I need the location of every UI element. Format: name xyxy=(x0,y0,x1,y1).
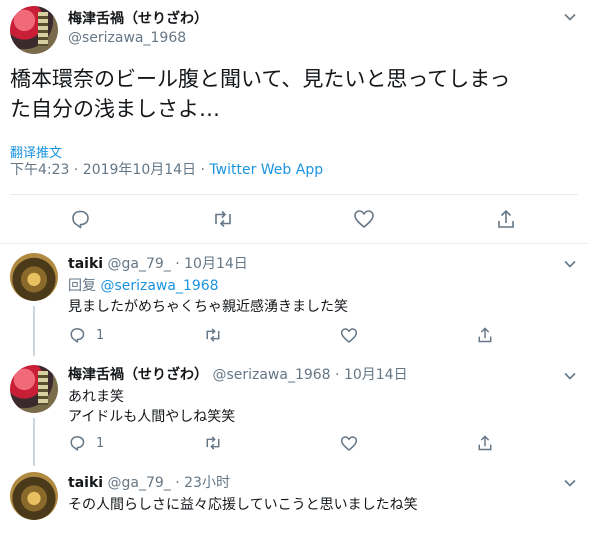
reply-header: taiki @ga_79_ · 10月14日 xyxy=(68,255,248,273)
retweet-icon[interactable] xyxy=(203,434,223,452)
reply-text: その人間らしさに益々応援していこうと思いましたね笑 xyxy=(68,495,418,515)
reply-icon xyxy=(68,326,86,344)
reply-time[interactable]: · 10月14日 xyxy=(335,367,408,383)
chevron-down-icon[interactable] xyxy=(563,476,577,490)
tweet-text: 橋本環奈のビール腹と聞いて、見たいと思ってしまっ た自分の浅ましさよ… xyxy=(10,64,585,124)
reply-time[interactable]: · 10月14日 xyxy=(175,256,248,272)
share-icon[interactable] xyxy=(495,208,517,230)
avatar[interactable] xyxy=(10,6,58,54)
avatar[interactable] xyxy=(10,365,58,413)
chevron-down-icon[interactable] xyxy=(563,10,577,24)
reply-header: 梅津舌禍（せりざわ） @serizawa_1968 · 10月14日 xyxy=(68,366,408,384)
translate-link[interactable]: 翻译推文 xyxy=(10,142,62,161)
reply-count: 1 xyxy=(96,327,105,343)
share-icon[interactable] xyxy=(476,434,494,452)
heart-icon[interactable] xyxy=(353,209,375,229)
reply-button[interactable]: 1 xyxy=(68,326,104,344)
retweet-icon[interactable] xyxy=(211,208,235,230)
reply-to-prefix: 回复 xyxy=(68,278,101,294)
handle[interactable]: @ga_79_ xyxy=(108,475,171,491)
thread-line xyxy=(33,306,35,356)
reply-text-line: 見ましたがめちゃくちゃ親近感湧きました笑 xyxy=(68,299,348,315)
reply-text: 見ましたがめちゃくちゃ親近感湧きました笑 xyxy=(68,298,348,317)
reply-to-handle[interactable]: @serizawa_1968 xyxy=(100,278,218,294)
share-icon[interactable] xyxy=(476,326,494,344)
reply-text-line: その人間らしさに益々応援していこうと思いましたね笑 xyxy=(68,497,418,513)
tweet-text-line: 橋本環奈のビール腹と聞いて、見たいと思ってしまっ xyxy=(10,67,511,91)
thread-line xyxy=(33,418,35,466)
handle[interactable]: @serizawa_1968 xyxy=(212,367,330,383)
timestamp[interactable]: 下午4:23 · 2019年10月14日 · xyxy=(10,162,209,178)
chevron-down-icon[interactable] xyxy=(563,257,577,271)
reply-time[interactable]: · 23小时 xyxy=(175,475,230,491)
retweet-icon[interactable] xyxy=(203,326,223,344)
tweet-timestamp: 下午4:23 · 2019年10月14日 · Twitter Web App xyxy=(10,161,323,179)
avatar[interactable] xyxy=(10,472,58,520)
divider xyxy=(0,243,589,244)
chevron-down-icon[interactable] xyxy=(563,369,577,383)
tweet-text-line: た自分の浅ましさよ… xyxy=(10,97,220,121)
reply-text: あれま笑 アイドルも人間やしね笑笑 xyxy=(68,387,235,427)
reply-to: 回复 @serizawa_1968 xyxy=(68,277,219,295)
reply-icon xyxy=(68,434,86,452)
reply-text-line: アイドルも人間やしね笑笑 xyxy=(68,409,236,425)
reply-icon[interactable] xyxy=(69,208,91,230)
divider xyxy=(10,194,578,195)
display-name[interactable]: taiki xyxy=(68,256,103,272)
display-name[interactable]: taiki xyxy=(68,475,103,491)
reply-header: taiki @ga_79_ · 23小时 xyxy=(68,474,230,492)
reply-count: 1 xyxy=(96,435,105,451)
heart-icon[interactable] xyxy=(340,435,358,452)
handle[interactable]: @ga_79_ xyxy=(108,256,171,272)
reply-button[interactable]: 1 xyxy=(68,434,104,452)
handle[interactable]: @serizawa_1968 xyxy=(68,29,186,47)
avatar[interactable] xyxy=(10,253,58,301)
source-link[interactable]: Twitter Web App xyxy=(209,162,323,178)
tweet-author[interactable]: 梅津舌禍（せりざわ） xyxy=(68,10,208,28)
display-name[interactable]: 梅津舌禍（せりざわ） xyxy=(68,367,208,383)
heart-icon[interactable] xyxy=(340,327,358,344)
reply-text-line: あれま笑 xyxy=(68,389,124,405)
display-name[interactable]: 梅津舌禍（せりざわ） xyxy=(68,11,208,27)
